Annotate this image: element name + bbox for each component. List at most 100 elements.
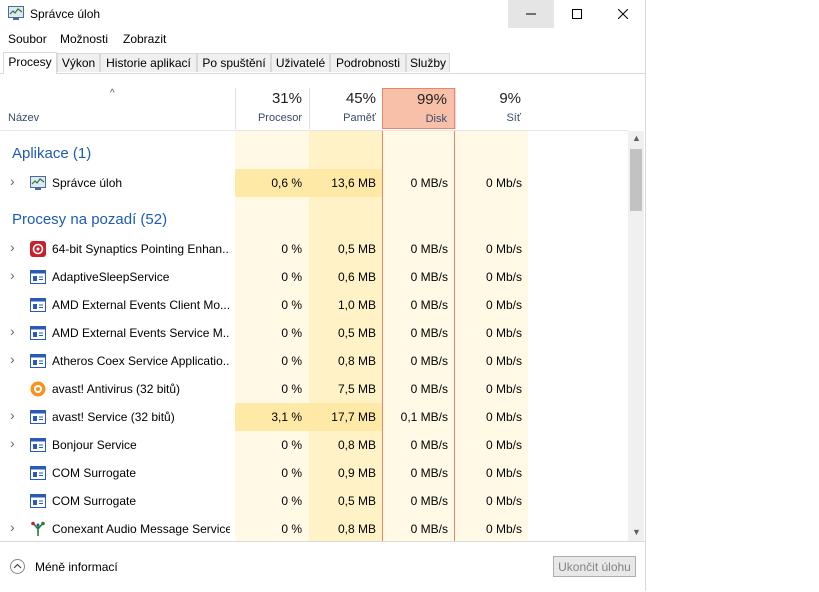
- disk-label: Disk: [425, 113, 447, 125]
- disk-value: 0 MB/s: [410, 242, 448, 256]
- group-background-title: Procesy na pozadí (52): [12, 211, 168, 228]
- memory-value: 0,5 MB: [337, 242, 376, 256]
- expand-chevron-icon[interactable]: ›: [10, 267, 15, 283]
- disk-total: 99%: [416, 91, 447, 108]
- minimize-button[interactable]: [508, 0, 554, 28]
- network-value: 0 Mb/s: [485, 466, 522, 480]
- menu-view[interactable]: Zobrazit: [123, 32, 166, 46]
- task-manager-icon: [8, 6, 24, 20]
- memory-value: 0,5 MB: [337, 326, 376, 340]
- cpu-value: 3,1 %: [271, 410, 302, 424]
- cpu-value: 0 %: [281, 326, 302, 340]
- close-button[interactable]: [600, 0, 646, 28]
- expand-chevron-icon[interactable]: ›: [10, 435, 15, 451]
- expand-chevron-icon[interactable]: ›: [10, 407, 15, 423]
- tab-performance[interactable]: Výkon: [57, 53, 100, 72]
- process-row[interactable]: › AMD External Events Service M... 0 % 0,5 …: [0, 319, 628, 347]
- tab-services[interactable]: Služby: [406, 53, 450, 72]
- process-row[interactable]: › AdaptiveSleepService 0 % 0,6 MB 0 MB/s 0 Mb…: [0, 263, 628, 291]
- process-row[interactable]: AMD External Events Client Mo... 0 % 1,0 M…: [0, 291, 628, 319]
- disk-value: 0 MB/s: [410, 298, 448, 312]
- process-row[interactable]: › Bonjour Service 0 % 0,8 MB 0 MB/s 0 Mb/s: [0, 431, 628, 459]
- tab-details[interactable]: Podrobnosti: [330, 53, 406, 72]
- expand-chevron-icon[interactable]: ›: [10, 323, 15, 339]
- column-memory-header[interactable]: 45% Paměť: [309, 88, 383, 129]
- avast-icon: [30, 381, 46, 397]
- service-icon: [30, 325, 46, 341]
- cpu-value: 0 %: [281, 270, 302, 284]
- disk-value: 0 MB/s: [410, 270, 448, 284]
- network-value: 0 Mb/s: [485, 410, 522, 424]
- tab-users[interactable]: Uživatelé: [271, 53, 330, 72]
- memory-value: 0,8 MB: [337, 522, 376, 536]
- column-cpu-header[interactable]: 31% Procesor: [235, 88, 309, 129]
- menu-file[interactable]: Soubor: [8, 32, 47, 46]
- network-value: 0 Mb/s: [485, 522, 522, 536]
- process-row[interactable]: COM Surrogate 0 % 0,9 MB 0 MB/s 0 Mb/s: [0, 459, 628, 487]
- memory-value: 0,9 MB: [337, 466, 376, 480]
- memory-value: 0,6 MB: [337, 270, 376, 284]
- process-row[interactable]: › Atheros Coex Service Applicatio... 0 % 0,…: [0, 347, 628, 375]
- process-row[interactable]: avast! Antivirus (32 bitů) 0 % 7,5 MB 0 MB/…: [0, 375, 628, 403]
- process-row[interactable]: COM Surrogate 0 % 0,5 MB 0 MB/s 0 Mb/s: [0, 487, 628, 515]
- tab-bar: Procesy Výkon Historie aplikací Po spušt…: [0, 52, 645, 74]
- process-row[interactable]: › Conexant Audio Message Service 0 % 0,8 MB…: [0, 515, 628, 541]
- service-icon: [30, 409, 46, 425]
- end-task-button[interactable]: Ukončit úlohu: [553, 556, 636, 577]
- service-icon: [30, 493, 46, 509]
- network-value: 0 Mb/s: [485, 354, 522, 368]
- disk-value: 0 MB/s: [410, 354, 448, 368]
- process-name: avast! Antivirus (32 bitů): [52, 382, 181, 396]
- tab-app-history[interactable]: Historie aplikací: [100, 53, 197, 72]
- service-icon: [30, 297, 46, 313]
- scroll-up-icon[interactable]: ▲: [632, 133, 641, 143]
- maximize-icon: [572, 9, 582, 19]
- tab-processes[interactable]: Procesy: [3, 52, 57, 74]
- network-label: Síť: [506, 112, 521, 124]
- memory-value: 0,8 MB: [337, 354, 376, 368]
- disk-value: 0 MB/s: [410, 522, 448, 536]
- process-name: 64-bit Synaptics Pointing Enhan...: [52, 242, 230, 256]
- title-bar: Správce úloh: [0, 0, 645, 28]
- app-row[interactable]: › Správce úloh 0,6 % 13,6 MB 0 MB/s 0 Mb/s: [0, 169, 628, 197]
- vertical-scrollbar[interactable]: ▲ ▼: [628, 131, 644, 541]
- process-name: AdaptiveSleepService: [52, 270, 170, 284]
- fewer-details-link[interactable]: Méně informací: [35, 560, 118, 574]
- menu-options[interactable]: Možnosti: [60, 32, 108, 46]
- tab-startup[interactable]: Po spuštění: [197, 53, 271, 72]
- cpu-value: 0 %: [281, 354, 302, 368]
- collapse-up-icon[interactable]: [10, 559, 25, 574]
- network-value: 0 Mb/s: [485, 176, 522, 190]
- network-value: 0 Mb/s: [485, 494, 522, 508]
- cpu-label: Procesor: [257, 112, 302, 124]
- maximize-button[interactable]: [554, 0, 600, 28]
- disk-value: 0 MB/s: [410, 494, 448, 508]
- disk-value: 0 MB/s: [410, 382, 448, 396]
- disk-value: 0 MB/s: [410, 326, 448, 340]
- process-name: Bonjour Service: [52, 438, 137, 452]
- expand-chevron-icon[interactable]: ›: [10, 173, 15, 189]
- scroll-thumb[interactable]: [630, 149, 642, 211]
- process-name: Conexant Audio Message Service: [52, 522, 230, 536]
- process-row[interactable]: › 64-bit Synaptics Pointing Enhan... 0 % 0,…: [0, 235, 628, 263]
- expand-chevron-icon[interactable]: ›: [10, 351, 15, 367]
- process-row[interactable]: › avast! Service (32 bitů) 3,1 % 17,7 MB 0,1…: [0, 403, 628, 431]
- disk-value: 0,1 MB/s: [400, 410, 448, 424]
- cpu-value: 0 %: [281, 382, 302, 396]
- network-value: 0 Mb/s: [485, 382, 522, 396]
- service-icon: [30, 353, 46, 369]
- column-name-header[interactable]: Název: [8, 112, 39, 124]
- column-disk-header[interactable]: 99% Disk: [382, 88, 455, 129]
- cpu-total: 31%: [271, 90, 302, 107]
- service-icon: [30, 437, 46, 453]
- expand-chevron-icon[interactable]: ›: [10, 239, 15, 255]
- memory-label: Paměť: [343, 112, 376, 124]
- synaptics-icon: [30, 241, 46, 257]
- expand-chevron-icon[interactable]: ›: [10, 519, 15, 535]
- scroll-down-icon[interactable]: ▼: [632, 527, 641, 537]
- column-network-header[interactable]: 9% Síť: [455, 88, 528, 129]
- cpu-value: 0 %: [281, 438, 302, 452]
- process-name: AMD External Events Service M...: [52, 326, 230, 340]
- process-name: COM Surrogate: [52, 494, 137, 508]
- menu-bar: Soubor Možnosti Zobrazit: [0, 30, 645, 48]
